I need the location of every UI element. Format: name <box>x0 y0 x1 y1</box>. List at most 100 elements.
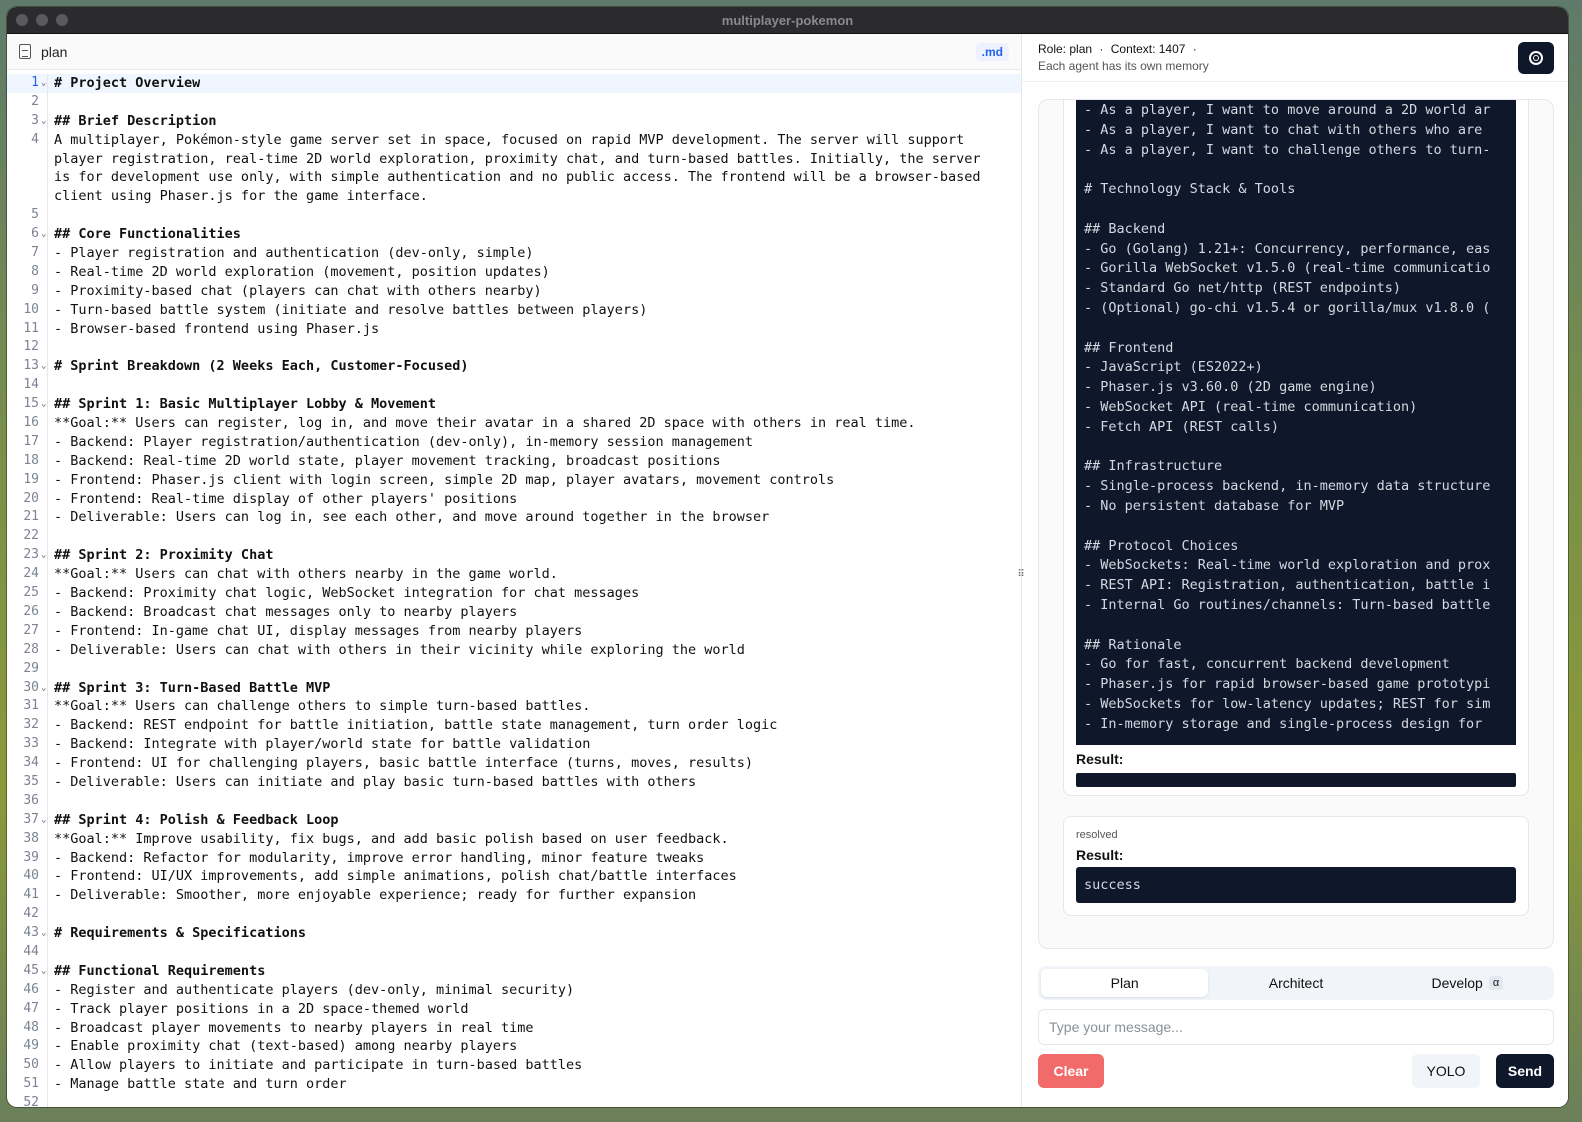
code-line[interactable]: 25 - Backend: Proximity chat logic, WebSo… <box>7 584 1021 603</box>
line-text: **Goal:** Improve usability, fix bugs, a… <box>54 830 729 847</box>
code-line[interactable]: 15 ⌄ ## Sprint 1: Basic Multiplayer Lobby … <box>7 395 1021 415</box>
code-line[interactable]: 16 **Goal:** Users can register, log in, … <box>7 414 1021 433</box>
resolved-label: resolved <box>1076 829 1118 841</box>
line-number: 16 <box>23 415 39 431</box>
chat-history[interactable]: - As a player, I want to move around a 2… <box>1038 99 1554 949</box>
code-line[interactable]: 50 - Allow players to initiate and partic… <box>7 1056 1021 1076</box>
send-button[interactable]: Send <box>1496 1054 1554 1088</box>
code-line[interactable]: 18 - Backend: Real-time 2D world state, p… <box>7 451 1021 471</box>
code-line[interactable]: 32 - Backend: REST endpoint for battle in… <box>7 716 1021 736</box>
code-line[interactable]: 36 <box>7 791 1021 811</box>
tab-architect[interactable]: Architect <box>1212 969 1379 997</box>
code-line[interactable]: 31 **Goal:** Users can challenge others t… <box>7 697 1021 717</box>
code-line[interactable]: 42 <box>7 905 1021 925</box>
line-number: 28 <box>23 641 39 657</box>
gutter-divider <box>47 942 48 962</box>
code-line[interactable]: 26 - Backend: Broadcast chat messages onl… <box>7 602 1021 622</box>
code-line[interactable]: 19 - Frontend: Phaser.js client with logi… <box>7 470 1021 490</box>
code-line[interactable]: 4 A multiplayer, Pokémon-style game serve… <box>7 130 1021 150</box>
code-line[interactable]: 10 - Turn-based battle system (initiate a… <box>7 300 1021 320</box>
code-output-line <box>1084 200 1508 220</box>
app-window: multiplayer-pokemon plan .md 1 ⌄ # Project… <box>7 7 1568 1107</box>
line-number: 52 <box>23 1095 39 1107</box>
code-line[interactable]: 28 - Deliverable: Users can chat with oth… <box>7 640 1021 660</box>
settings-button[interactable] <box>1518 42 1554 74</box>
line-text: - Deliverable: Users can initiate and pl… <box>54 773 697 790</box>
code-output-line: - WebSockets for low-latency updates; RE… <box>1084 695 1491 712</box>
line-number: 2 <box>31 93 39 109</box>
code-line[interactable]: 35 - Deliverable: Users can initiate and … <box>7 772 1021 792</box>
role-context-line: Role: plan · Context: 1407 · <box>1038 42 1552 56</box>
code-line[interactable]: 20 - Frontend: Real-time display of other… <box>7 489 1021 509</box>
code-output-block[interactable]: - As a player, I want to move around a 2… <box>1076 100 1516 745</box>
code-line[interactable]: is for development use only, with simple… <box>7 168 1021 188</box>
code-line[interactable]: 7 - Player registration and authenticatio… <box>7 244 1021 263</box>
line-number: 18 <box>23 452 39 468</box>
code-line[interactable]: 37 ⌄ ## Sprint 4: Polish & Feedback Loop <box>7 810 1021 830</box>
code-line[interactable]: 33 - Backend: Integrate with player/world… <box>7 735 1021 755</box>
code-line[interactable]: 1 ⌄ # Project Overview <box>7 74 1021 93</box>
code-line[interactable]: 13 ⌄ # Sprint Breakdown (2 Weeks Each, Cus… <box>7 357 1021 377</box>
code-line[interactable]: 3 ⌄ ## Brief Description <box>7 111 1021 131</box>
line-number: 32 <box>23 717 39 733</box>
code-line[interactable]: player registration, real-time 2D world … <box>7 149 1021 169</box>
gutter-divider <box>47 432 48 452</box>
code-line[interactable]: 27 - Frontend: In-game chat UI, display m… <box>7 621 1021 641</box>
code-line[interactable]: 52 <box>7 1094 1021 1107</box>
alpha-badge: α <box>1488 976 1504 990</box>
code-line[interactable]: 41 - Deliverable: Smoother, more enjoyabl… <box>7 886 1021 906</box>
tab-plan[interactable]: Plan <box>1041 969 1209 997</box>
gutter-divider <box>47 905 48 925</box>
code-line[interactable]: 34 - Frontend: UI for challenging players… <box>7 754 1021 773</box>
code-line[interactable]: 21 - Deliverable: Users can log in, see e… <box>7 508 1021 528</box>
code-line[interactable]: 11 - Browser-based frontend using Phaser.… <box>7 319 1021 339</box>
code-line[interactable]: 9 - Proximity-based chat (players can cha… <box>7 281 1021 301</box>
code-line[interactable]: client using Phaser.js for the game inte… <box>7 187 1021 207</box>
code-line[interactable]: 6 ⌄ ## Core Functionalities <box>7 225 1021 245</box>
code-line[interactable]: 49 - Enable proximity chat (text-based) a… <box>7 1037 1021 1057</box>
code-line[interactable]: 45 ⌄ ## Functional Requirements <box>7 961 1021 981</box>
code-line[interactable]: 14 <box>7 376 1021 396</box>
line-text: - Backend: Player registration/authentic… <box>54 433 753 450</box>
result-label: Result: <box>1076 847 1124 863</box>
line-number: 38 <box>23 830 39 846</box>
code-line[interactable]: 24 **Goal:** Users can chat with others n… <box>7 565 1021 585</box>
code-line[interactable]: 46 - Register and authenticate players (d… <box>7 980 1021 1000</box>
code-line[interactable]: 43 ⌄ # Requirements & Specifications <box>7 924 1021 943</box>
tab-develop[interactable]: Develop α <box>1384 969 1551 997</box>
pane-resize-handle-icon[interactable]: ⠿ <box>1016 569 1026 583</box>
code-line[interactable]: 51 - Manage battle state and turn order <box>7 1075 1021 1095</box>
line-number: 49 <box>23 1038 39 1054</box>
code-line[interactable]: 23 ⌄ ## Sprint 2: Proximity Chat <box>7 546 1021 566</box>
gutter-divider <box>47 584 48 603</box>
code-line[interactable]: 47 - Track player positions in a 2D space… <box>7 999 1021 1019</box>
code-line[interactable]: 17 - Backend: Player registration/authent… <box>7 432 1021 452</box>
line-text: - Real-time 2D world exploration (moveme… <box>54 263 550 280</box>
code-line[interactable]: 12 <box>7 338 1021 358</box>
clear-button[interactable]: Clear <box>1038 1054 1104 1088</box>
code-line[interactable]: 48 - Broadcast player movements to nearby… <box>7 1018 1021 1038</box>
code-line[interactable]: 5 <box>7 206 1021 226</box>
gutter-divider <box>47 678 48 698</box>
code-line[interactable]: 30 ⌄ ## Sprint 3: Turn-Based Battle MVP <box>7 678 1021 698</box>
yolo-button[interactable]: YOLO <box>1412 1054 1480 1088</box>
line-number: 43 <box>23 925 39 941</box>
line-text: - Frontend: UI/UX improvements, add simp… <box>54 868 737 885</box>
message-input[interactable] <box>1038 1009 1554 1045</box>
code-line[interactable]: 44 <box>7 942 1021 962</box>
line-text: ## Core Functionalities <box>54 226 241 243</box>
gutter-divider <box>47 74 48 93</box>
code-line[interactable]: 38 **Goal:** Improve usability, fix bugs,… <box>7 829 1021 849</box>
code-editor[interactable]: 1 ⌄ # Project Overview 2 3 ⌄ ## Brief Descript… <box>7 70 1021 1107</box>
code-line[interactable]: 22 <box>7 527 1021 547</box>
code-line[interactable]: 2 <box>7 92 1021 112</box>
code-line[interactable]: 8 - Real-time 2D world exploration (movem… <box>7 262 1021 282</box>
line-number: 48 <box>23 1019 39 1035</box>
code-line[interactable]: 40 - Frontend: UI/UX improvements, add si… <box>7 867 1021 887</box>
code-line[interactable]: 29 <box>7 659 1021 679</box>
gutter-divider <box>47 924 48 943</box>
tab-label: Develop <box>1431 975 1483 991</box>
code-line[interactable]: 39 - Backend: Refactor for modularity, im… <box>7 848 1021 868</box>
line-number: 27 <box>23 622 39 638</box>
gutter-divider <box>47 338 48 358</box>
